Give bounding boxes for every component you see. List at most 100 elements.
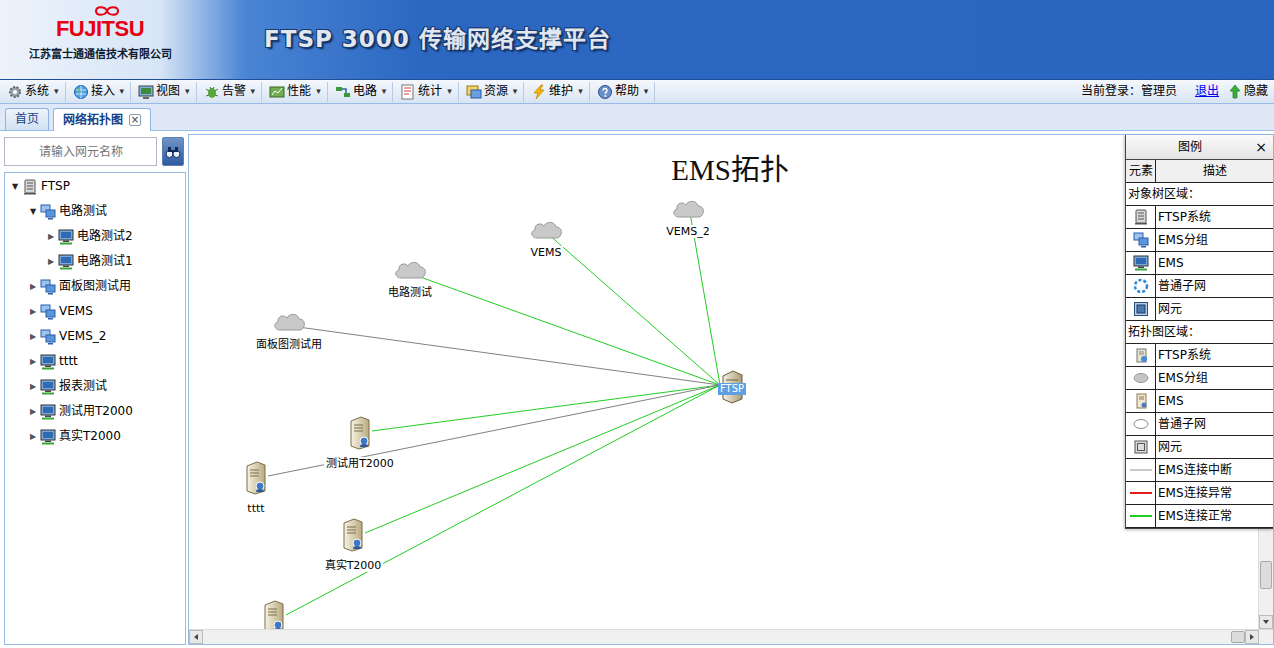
tree-item[interactable]: ▶ 测试用T2000 [5,399,185,424]
link-line[interactable] [372,385,720,431]
menu-item[interactable]: 帮助 ▾ [594,82,656,102]
expand-toggle[interactable]: ▶ [28,382,38,392]
topology-node[interactable]: VEMS_2 [628,198,748,238]
scroll-down-button[interactable] [1259,615,1273,629]
expand-toggle[interactable]: ▶ [28,357,38,367]
tree-label[interactable]: 电路测试2 [77,229,133,243]
topology-node[interactable]: 面板图测试用 [229,311,349,351]
tree-item[interactable]: ▶电路测试1 [5,249,185,274]
link-line[interactable] [286,385,720,615]
menu-label[interactable]: 视图 [156,84,180,98]
node-label[interactable]: 面板图测试用 [254,338,324,351]
search-button[interactable] [162,137,184,166]
menu-item[interactable]: 维护 ▾ [528,82,590,102]
menu-caret[interactable]: ▾ [54,86,59,97]
topology-node[interactable]: 测试用T2000 [300,416,420,470]
menu-item[interactable]: 性能 ▾ [266,82,328,102]
menu-caret[interactable]: ▾ [513,86,518,97]
tree-item[interactable]: ▶ VEMS_2 [5,324,185,349]
search-input[interactable] [4,137,157,166]
expand-toggle[interactable]: ▶ [28,332,38,342]
menu-item[interactable]: 视图▾ [135,82,197,102]
topology-node[interactable]: 真实T2000 [293,518,413,572]
tree-label[interactable]: 报表测试 [59,379,107,393]
tree-label[interactable]: 测试用T2000 [59,404,133,418]
topology-node[interactable]: tttt [196,461,316,515]
tree-label[interactable]: 电路测试 [59,204,107,218]
menu-caret[interactable]: ▾ [251,86,256,97]
tree-label[interactable]: VEMS [59,304,93,318]
expand-toggle[interactable]: ▼ [10,182,20,192]
tree-label[interactable]: 面板图测试用 [59,279,131,293]
menu-label[interactable]: 维护 [549,84,573,98]
tree-item[interactable]: ▶ tttt [5,349,185,374]
expand-toggle[interactable]: ▶ [28,282,38,292]
menu-item[interactable]: 告警 ▾ [201,82,263,102]
menu-caret[interactable]: ▾ [644,86,649,97]
horizontal-scrollbar[interactable] [189,629,1273,644]
link-line[interactable] [291,326,720,385]
menu-caret[interactable]: ▾ [447,86,452,97]
hide-label[interactable]: 隐藏 [1244,84,1268,98]
scroll-thumb[interactable] [1260,561,1272,589]
menu-label[interactable]: 告警 [222,84,246,98]
tree-item[interactable]: ▼ FTSP [5,174,185,199]
tab-label[interactable]: 网络拓扑图 [63,113,123,127]
tree-label[interactable]: VEMS_2 [59,329,106,343]
menu-label[interactable]: 统计 [418,84,442,98]
logout-link[interactable]: 退出 [1195,84,1219,98]
tree-label[interactable]: FTSP [41,179,70,193]
tree-item[interactable]: ▶ VEMS [5,299,185,324]
menu-caret[interactable]: ▾ [316,86,321,97]
scroll-right-button[interactable] [1245,630,1259,644]
menu-caret[interactable]: ▾ [382,86,387,97]
tree-label[interactable]: tttt [59,354,78,368]
expand-toggle[interactable]: ▶ [28,432,38,442]
tree-item[interactable]: ▶电路测试2 [5,224,185,249]
topology-node[interactable] [214,600,334,629]
topology-node[interactable]: 电路测试 [350,259,470,299]
menu-item[interactable]: 统计 ▾ [397,82,459,102]
scroll-left-button[interactable] [189,630,203,644]
node-label[interactable]: 真实T2000 [323,559,384,572]
expand-toggle[interactable]: ▶ [46,257,56,267]
menu-label[interactable]: 性能 [287,84,311,98]
node-label[interactable]: 测试用T2000 [324,457,396,470]
menu-label[interactable]: 资源 [484,84,508,98]
menu-label[interactable]: 电路 [353,84,377,98]
hide-button[interactable]: 隐藏 [1229,84,1268,99]
node-label[interactable]: 电路测试 [386,286,434,299]
tab-label[interactable]: 首页 [15,112,39,126]
menu-item[interactable]: 电路 ▾ [332,82,394,102]
node-label[interactable]: tttt [245,502,266,515]
tab-close-button[interactable]: × [129,114,141,126]
expand-toggle[interactable]: ▶ [28,307,38,317]
topology-canvas[interactable]: EMS拓扑VEMS_2VEMS电路测试面板图测试用FTSP测试用T2000ttt… [189,135,1258,629]
scroll-thumb[interactable] [1231,631,1245,643]
legend-close-button[interactable]: × [1249,139,1273,156]
tree-item[interactable]: ▶ 面板图测试用 [5,274,185,299]
scroll-track[interactable] [203,630,1245,644]
menu-item[interactable]: 接入 ▾ [70,82,132,102]
menu-item[interactable]: 系统 ▾ [4,82,66,102]
tree-item[interactable]: ▶ 真实T2000 [5,424,185,449]
tab[interactable]: 首页 [5,108,49,130]
node-label[interactable]: FTSP [718,383,746,395]
menu-label[interactable]: 接入 [91,84,115,98]
link-line[interactable] [268,385,720,476]
node-label[interactable]: VEMS [529,246,564,259]
menu-label[interactable]: 帮助 [615,84,639,98]
menu-item[interactable]: 资源 ▾ [463,82,525,102]
link-line[interactable] [548,234,720,385]
topology-node[interactable]: VEMS [486,219,606,259]
expand-toggle[interactable]: ▶ [28,407,38,417]
menu-caret[interactable]: ▾ [120,86,125,97]
menu-label[interactable]: 系统 [25,84,49,98]
link-line[interactable] [690,213,720,385]
tree-label[interactable]: 真实T2000 [59,429,121,443]
tree-item[interactable]: ▼ 电路测试 [5,199,185,224]
menu-caret[interactable]: ▾ [578,86,583,97]
node-label[interactable]: VEMS_2 [664,225,711,238]
link-line[interactable] [412,274,720,385]
expand-toggle[interactable]: ▼ [28,207,38,217]
